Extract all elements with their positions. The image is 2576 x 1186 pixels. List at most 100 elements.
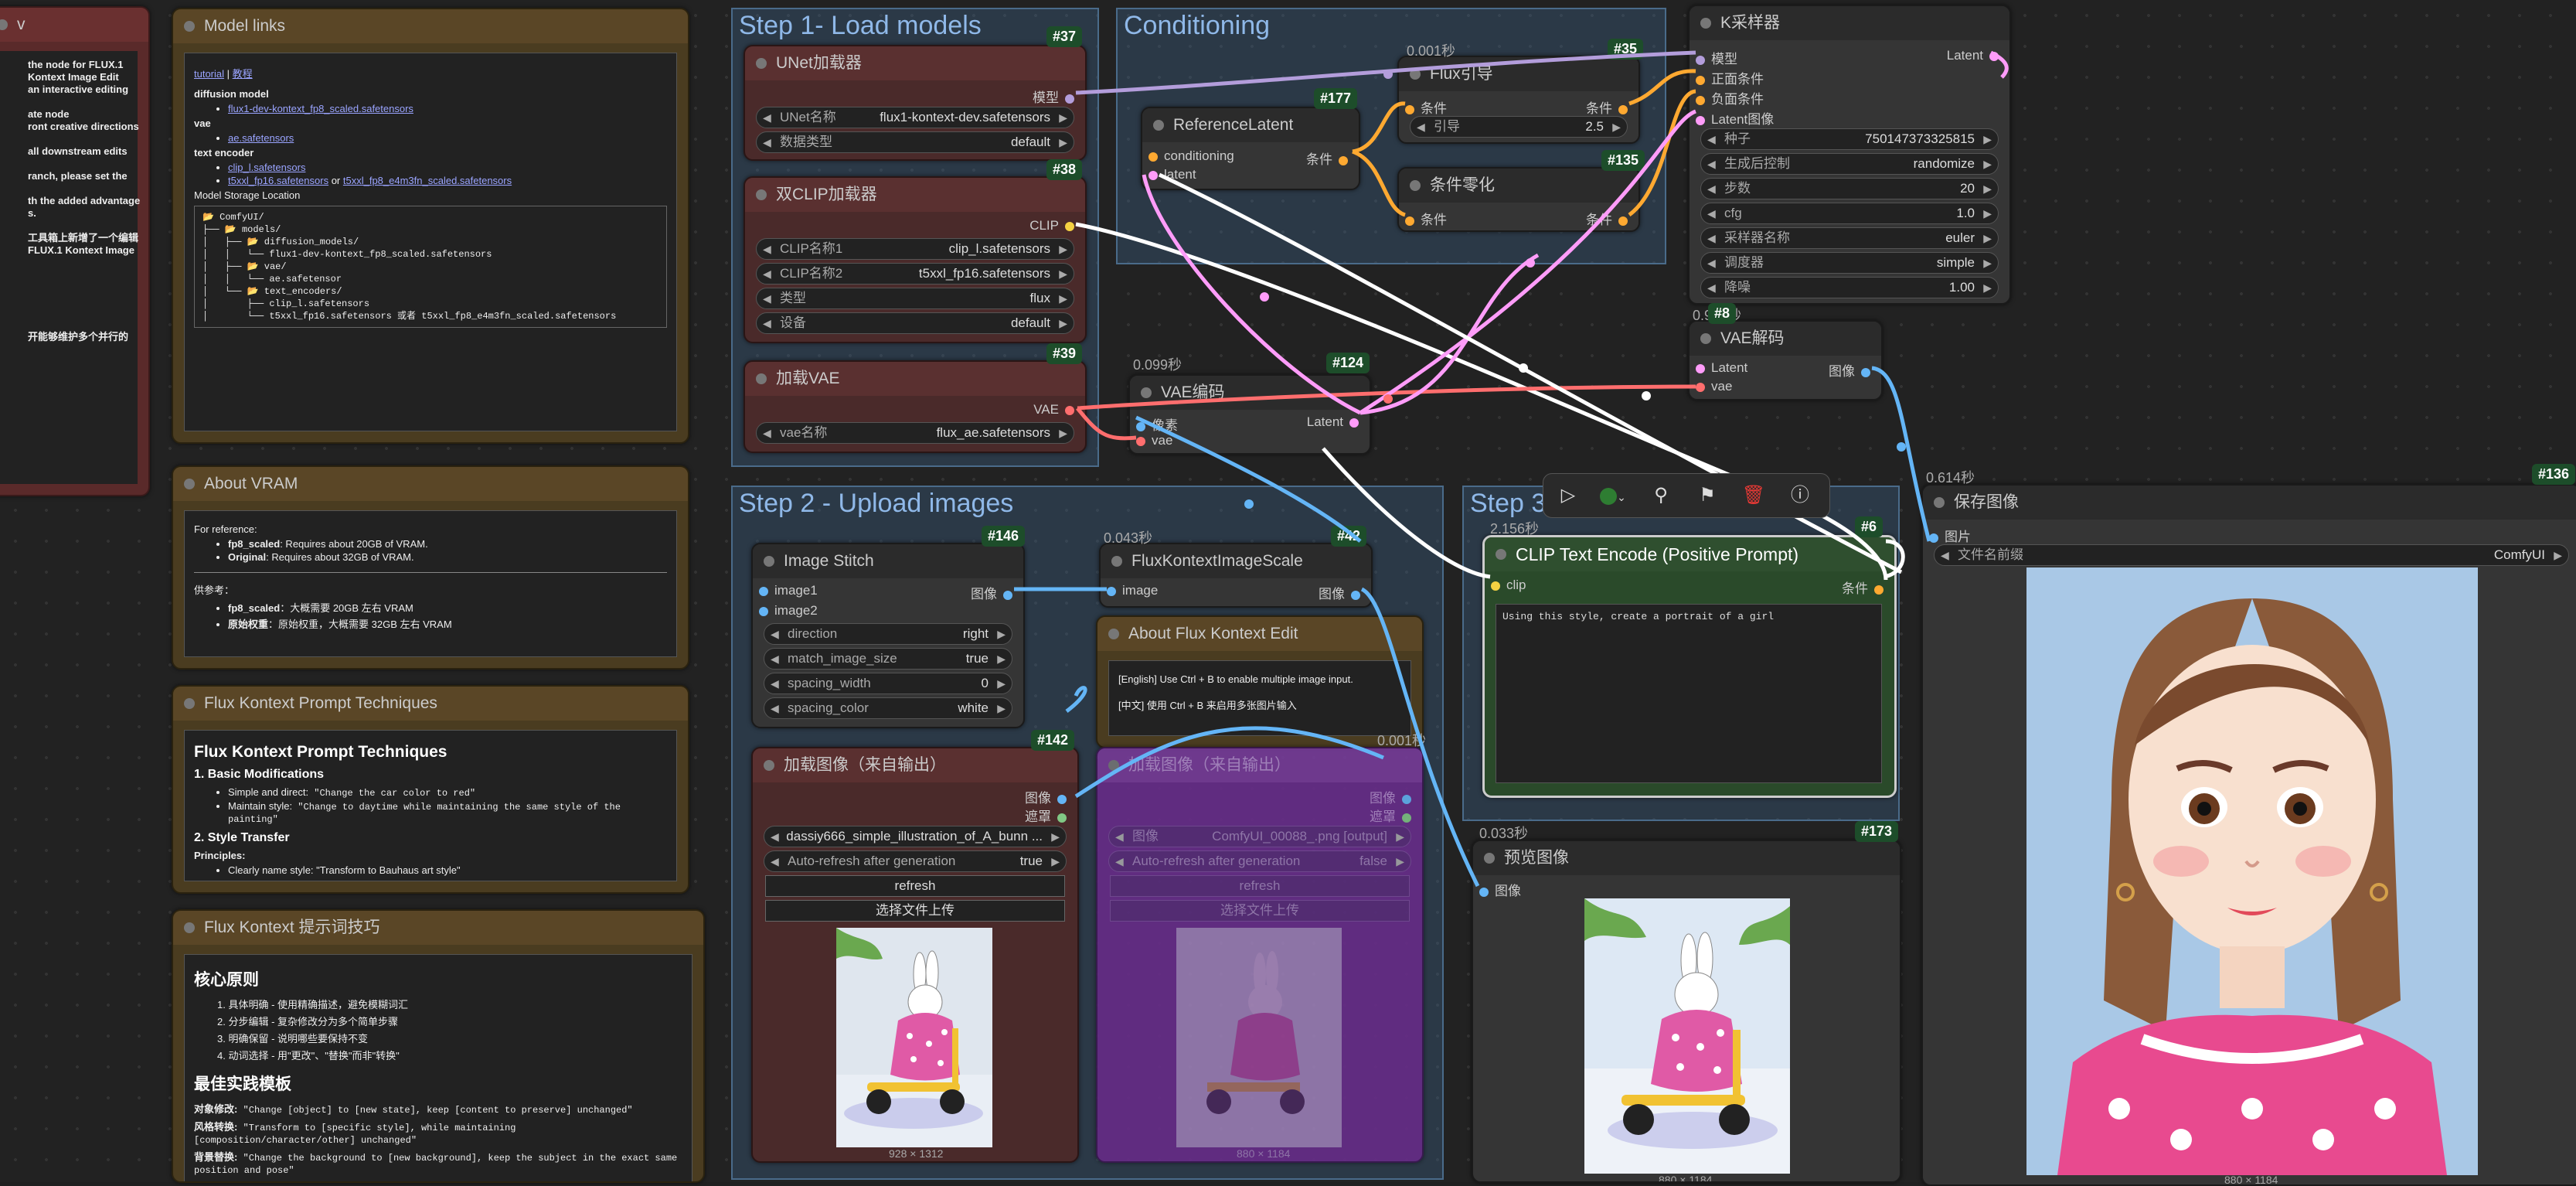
node-flux-kontext-image-scale[interactable]: FluxKontextImageScale image 图像 xyxy=(1099,543,1373,608)
clip-name1-widget[interactable]: CLIP名称1 clip_l.safetensors xyxy=(756,238,1074,260)
node-header[interactable]: 加载图像（来自输出） xyxy=(1097,748,1422,782)
image-select-widget[interactable]: dassiy666_simple_illustration_of_A_bunn … xyxy=(764,826,1067,847)
node-conditioning-zero-out[interactable]: 条件零化 条件 条件 xyxy=(1397,167,1640,232)
node-preview-image[interactable]: 预览图像 图像 880 × 1184 xyxy=(1472,840,1901,1183)
output-vae[interactable]: VAE xyxy=(1033,402,1080,417)
output-image[interactable]: 图像 xyxy=(971,583,1019,602)
node-dualclip-loader[interactable]: 双CLIP加载器 CLIP CLIP名称1clip_l.safetensors … xyxy=(744,176,1087,343)
output-image[interactable]: 图像 xyxy=(1319,583,1366,602)
input-image2[interactable]: image2 xyxy=(753,603,818,619)
tutorial-link[interactable]: tutorial xyxy=(194,68,224,80)
diffusion-model-link[interactable]: flux1-dev-kontext_fp8_scaled.safetensors xyxy=(228,103,413,114)
node-header[interactable]: About Flux Kontext Edit xyxy=(1097,617,1422,651)
output-model[interactable]: 模型 xyxy=(1033,87,1080,106)
spacing-color-widget[interactable]: spacing_color white xyxy=(764,697,1012,719)
node-vae-decode[interactable]: VAE解码 Latent vae 图像 xyxy=(1688,320,1883,400)
denoise-widget[interactable]: 降噪 1.00 xyxy=(1700,277,1999,298)
node-flux-guidance[interactable]: Flux引导 条件 条件 引导 2.5 xyxy=(1397,56,1640,144)
clip-name2-widget[interactable]: CLIP名称2 t5xxl_fp16.safetensors xyxy=(756,263,1074,285)
node-header[interactable]: CLIP Text Encode (Positive Prompt) xyxy=(1485,537,1894,571)
match-image-size-toggle[interactable]: match_image_size true xyxy=(764,648,1012,670)
input-images[interactable]: 图片 xyxy=(1923,526,1971,545)
node-header[interactable]: UNet加载器 xyxy=(745,46,1085,80)
node-header[interactable]: K采样器 xyxy=(1690,6,2009,40)
output-image[interactable]: 图像 xyxy=(1370,787,1417,806)
image-select-widget[interactable]: 图像 ComfyUI_00088_.png [output] xyxy=(1108,826,1411,847)
node-header[interactable]: FluxKontextImageScale xyxy=(1101,544,1371,578)
output-latent[interactable]: Latent xyxy=(1307,414,1365,430)
filename-prefix-widget[interactable]: 文件名前缀 ComfyUI xyxy=(1934,544,2569,566)
node-header[interactable]: Model links xyxy=(173,9,688,43)
clip-device-widget[interactable]: 设备 default xyxy=(756,312,1074,334)
prompt-textarea[interactable]: Using this style, create a portrait of a… xyxy=(1496,604,1882,783)
input-conditioning[interactable]: 条件 xyxy=(1399,209,1447,228)
color-icon[interactable]: ⌄ xyxy=(1599,482,1627,510)
node-left-partial-note[interactable]: v the node for FLUX.1 Kontext Image Edit a… xyxy=(0,6,150,496)
steps-widget[interactable]: 步数 20 xyxy=(1700,178,1999,199)
node-clip-text-encode[interactable]: CLIP Text Encode (Positive Prompt) clip … xyxy=(1482,535,1897,798)
input-conditioning[interactable]: 条件 xyxy=(1399,97,1447,117)
node-reference-latent[interactable]: ReferenceLatent conditioning latent 条件 xyxy=(1141,107,1360,190)
node-header[interactable]: 保存图像 xyxy=(1923,486,2576,520)
input-pixels[interactable]: 像素 xyxy=(1130,414,1178,434)
node-vae-loader[interactable]: 加载VAE VAE vae名称 flux_ae.safetensors xyxy=(744,360,1087,453)
output-mask[interactable]: 遮罩 xyxy=(1025,806,1073,825)
seed-widget[interactable]: 种子 750147373325815 xyxy=(1700,128,1999,150)
scheduler-widget[interactable]: 调度器 simple xyxy=(1700,252,1999,274)
node-vae-encode[interactable]: VAE编码 像素 vae Latent xyxy=(1128,374,1371,455)
clip-l-link[interactable]: clip_l.safetensors xyxy=(228,162,305,173)
output-conditioning[interactable]: 条件 xyxy=(1842,578,1890,597)
spacing-width-widget[interactable]: spacing_width 0 xyxy=(764,673,1012,694)
input-conditioning[interactable]: conditioning xyxy=(1142,148,1234,164)
input-clip[interactable]: clip xyxy=(1485,578,1526,593)
cfg-widget[interactable]: cfg 1.0 xyxy=(1700,203,1999,224)
node-load-image-output[interactable]: 加载图像（来自输出） 图像 遮罩 dassiy666_simple_illust… xyxy=(751,747,1079,1163)
t5xxl-fp8-link[interactable]: t5xxl_fp8_e4m3fn_scaled.safetensors xyxy=(343,175,512,186)
node-header[interactable]: Flux Kontext 提示词技巧 xyxy=(173,911,703,945)
node-header[interactable]: 条件零化 xyxy=(1399,169,1638,203)
node-header[interactable]: ReferenceLatent xyxy=(1142,108,1359,142)
node-header[interactable]: About VRAM xyxy=(173,467,688,501)
output-conditioning[interactable]: 条件 xyxy=(1586,97,1634,117)
input-vae[interactable]: vae xyxy=(1690,379,1732,394)
tutorial-cn-link[interactable]: 教程 xyxy=(233,68,253,80)
output-clip[interactable]: CLIP xyxy=(1029,218,1080,233)
upload-file-button[interactable]: 选择文件上传 xyxy=(765,900,1065,922)
input-negative[interactable]: 负面条件 xyxy=(1690,88,1764,107)
node-about-vram[interactable]: About VRAM For reference: fp8_scaled: Re… xyxy=(172,465,689,670)
input-positive[interactable]: 正面条件 xyxy=(1690,68,1764,87)
output-conditioning[interactable]: 条件 xyxy=(1586,209,1634,228)
refresh-button[interactable]: refresh xyxy=(1110,875,1410,897)
control-after-generate-widget[interactable]: 生成后控制 randomize xyxy=(1700,153,1999,175)
node-unet-loader[interactable]: UNet加载器 模型 UNet名称 flux1-kontext-dev.safet… xyxy=(744,45,1087,161)
clip-type-widget[interactable]: 类型 flux xyxy=(756,288,1074,309)
node-header[interactable]: 预览图像 xyxy=(1473,841,1900,875)
help-icon[interactable]: ⓘ xyxy=(1786,482,1814,510)
node-prompt-tips-cn[interactable]: Flux Kontext 提示词技巧 核心原则 1. 具体明确 - 使用精确描述… xyxy=(172,909,705,1183)
guidance-widget[interactable]: 引导 2.5 xyxy=(1410,116,1628,138)
auto-refresh-toggle[interactable]: Auto-refresh after generation true xyxy=(764,850,1067,872)
input-image1[interactable]: image1 xyxy=(753,583,818,598)
node-save-image[interactable]: 保存图像 图片 文件名前缀 ComfyUI 880 × 1184 xyxy=(1921,484,2576,1186)
unet-name-widget[interactable]: UNet名称 flux1-kontext-dev.safetensors xyxy=(756,107,1074,128)
node-header[interactable]: 双CLIP加载器 xyxy=(745,178,1085,212)
node-header[interactable]: v xyxy=(0,8,148,42)
node-header[interactable]: Image Stitch xyxy=(753,544,1023,578)
play-icon[interactable]: ▷ xyxy=(1554,482,1582,510)
output-image[interactable]: 图像 xyxy=(1025,787,1073,806)
output-conditioning[interactable]: 条件 xyxy=(1306,148,1354,168)
input-vae[interactable]: vae xyxy=(1130,433,1172,448)
node-header[interactable]: VAE解码 xyxy=(1690,322,1881,356)
node-model-links[interactable]: Model links tutorial | 教程 diffusion mode… xyxy=(172,8,689,444)
node-header[interactable]: VAE编码 xyxy=(1130,376,1370,410)
output-mask[interactable]: 遮罩 xyxy=(1370,806,1417,825)
node-image-stitch[interactable]: Image Stitch image1 image2 图像 direction r… xyxy=(751,543,1025,728)
direction-widget[interactable]: direction right xyxy=(764,623,1012,645)
weight-dtype-widget[interactable]: 数据类型 default xyxy=(756,131,1074,153)
input-images[interactable]: 图像 xyxy=(1473,880,1521,899)
bypass-icon[interactable]: ⚲ xyxy=(1647,482,1675,510)
input-latent-image[interactable]: Latent图像 xyxy=(1690,108,1774,128)
node-about-flux-kontext-edit[interactable]: About Flux Kontext Edit [English] Use Ct… xyxy=(1096,615,1424,748)
auto-refresh-toggle[interactable]: Auto-refresh after generation false xyxy=(1108,850,1411,872)
upload-file-button[interactable]: 选择文件上传 xyxy=(1110,900,1410,922)
